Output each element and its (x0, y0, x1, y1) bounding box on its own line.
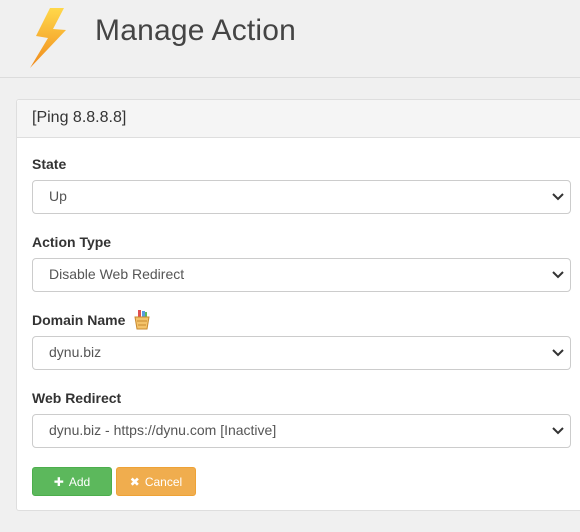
state-select[interactable]: Up (32, 180, 571, 214)
action-panel: [Ping 8.8.8.8] State Up Action Type Disa… (16, 99, 580, 511)
state-group: State Up (32, 154, 571, 214)
page-title: Manage Action (95, 14, 297, 47)
cancel-button[interactable]: ✖ Cancel (116, 467, 196, 496)
domain-name-select-value: dynu.biz (49, 344, 102, 360)
x-icon: ✖ (129, 474, 140, 489)
domain-name-label: Domain Name (32, 310, 571, 330)
cancel-button-label: Cancel (144, 474, 183, 489)
action-type-group: Action Type Disable Web Redirect (32, 232, 571, 292)
action-type-select[interactable]: Disable Web Redirect (32, 258, 571, 292)
web-redirect-group: Web Redirect dynu.biz - https://dynu.com… (32, 388, 571, 448)
plus-icon: ✚ (53, 474, 64, 489)
web-redirect-label: Web Redirect (32, 390, 122, 406)
chevron-down-icon (552, 193, 564, 201)
lightning-bolt-icon (30, 8, 66, 68)
chevron-down-icon (552, 349, 564, 357)
web-redirect-select-value: dynu.biz - https://dynu.com [Inactive] (49, 422, 277, 438)
action-type-select-value: Disable Web Redirect (49, 266, 185, 282)
shopping-bucket-icon[interactable] (133, 310, 151, 330)
domain-name-group: Domain Name dynu.biz (32, 310, 571, 370)
add-button[interactable]: ✚ Add (32, 467, 112, 496)
action-type-label: Action Type (32, 234, 112, 250)
page-header: Manage Action (0, 0, 580, 78)
state-label: State (32, 156, 67, 172)
panel-heading: [Ping 8.8.8.8] (17, 100, 580, 138)
add-button-label: Add (68, 474, 91, 489)
domain-name-select[interactable]: dynu.biz (32, 336, 571, 370)
web-redirect-select[interactable]: dynu.biz - https://dynu.com [Inactive] (32, 414, 571, 448)
chevron-down-icon (552, 271, 564, 279)
chevron-down-icon (552, 427, 564, 435)
state-select-value: Up (49, 188, 67, 204)
